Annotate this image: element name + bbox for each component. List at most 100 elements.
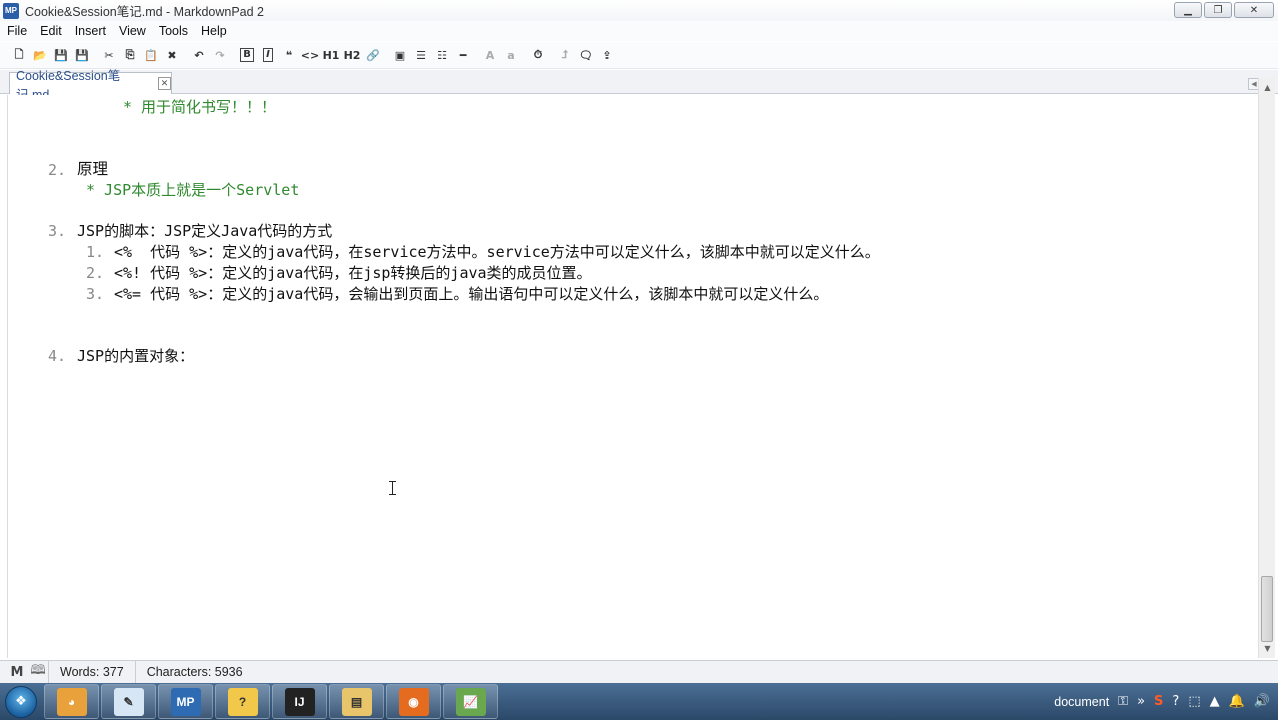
word-count: Words: 377 xyxy=(48,660,135,684)
editor-line: <%! 代码 %>：定义的java代码，在jsp转换后的java类的成员位置。 xyxy=(114,264,592,282)
taskbar-app-firefox[interactable]: ◉ xyxy=(386,684,441,719)
tray-help-icon[interactable]: ? xyxy=(1172,694,1179,709)
bold-button[interactable]: B xyxy=(237,45,257,65)
paste-icon: 📋 xyxy=(144,48,158,62)
cut-button[interactable]: ✂ xyxy=(99,45,119,65)
lowercase-button[interactable]: a xyxy=(501,45,521,65)
taskbar-app-notepad-icon: ✎ xyxy=(113,687,144,716)
preview-window-button[interactable]: 🗨 xyxy=(576,45,596,65)
menu-view[interactable]: View xyxy=(112,24,152,38)
tray-notification-icon[interactable]: 🔔 xyxy=(1229,694,1245,709)
menu-edit[interactable]: Edit xyxy=(33,24,68,38)
delete-button[interactable]: ✖ xyxy=(162,45,182,65)
heading2-icon: H2 xyxy=(343,48,361,62)
taskbar-app-help[interactable]: ? xyxy=(215,684,270,719)
taskbar-app-notepad[interactable]: ✎ xyxy=(101,684,156,719)
taskbar-app-explorer[interactable]: ▤ xyxy=(329,684,384,719)
delete-icon: ✖ xyxy=(167,48,177,62)
markdown-mode-icon[interactable]: M xyxy=(6,665,28,680)
window-title: Cookie&Session笔记.md - MarkdownPad 2 xyxy=(25,5,264,19)
taskbar-app-help-icon: ? xyxy=(227,687,258,716)
horizontal-rule-button[interactable]: ━ xyxy=(453,45,473,65)
numbered-list-icon: ☷ xyxy=(437,48,447,62)
open-folder-button[interactable]: 📂 xyxy=(30,45,50,65)
preview-book-icon[interactable]: 🕮 xyxy=(28,661,48,683)
heading1-icon: H1 xyxy=(322,48,340,62)
heading2-button[interactable]: H2 xyxy=(342,45,362,65)
minimize-button[interactable]: ▁ xyxy=(1174,2,1202,18)
menu-help[interactable]: Help xyxy=(194,24,233,38)
menu-tools[interactable]: Tools xyxy=(152,24,194,38)
taskbar: ❖ ◕ ✎ MP? IJ ▤ ◉ 📈 document ⚿ » S ? ⬚ ▲ 🔔 🔊 xyxy=(0,683,1278,720)
tray-display-icon[interactable]: ⬚ xyxy=(1188,694,1200,709)
redo-icon: ↷ xyxy=(215,48,225,62)
start-button[interactable]: ❖ xyxy=(0,683,42,720)
tray-document-label[interactable]: document xyxy=(1054,695,1109,709)
uppercase-icon: A xyxy=(485,48,495,62)
menu-bar: File Edit Insert View Tools Help xyxy=(0,21,1278,41)
uppercase-button[interactable]: A xyxy=(480,45,500,65)
live-preview-button[interactable]: ⮥ xyxy=(555,45,575,65)
scroll-up-icon[interactable]: ▲ xyxy=(1260,80,1275,95)
copy-button[interactable]: ⎘ xyxy=(120,45,140,65)
copy-icon: ⎘ xyxy=(125,48,135,61)
taskbar-app-explorer-icon: ▤ xyxy=(341,687,372,716)
bullet-list-button[interactable]: ☰ xyxy=(411,45,431,65)
link-button[interactable]: 🔗 xyxy=(363,45,383,65)
menu-insert[interactable]: Insert xyxy=(68,24,112,38)
menu-file[interactable]: File xyxy=(0,24,33,38)
list-number: 1. xyxy=(86,243,105,261)
export-button[interactable]: ⇪ xyxy=(597,45,617,65)
image-button[interactable]: ▣ xyxy=(390,45,410,65)
tray-show-hidden-icon[interactable]: ▲ xyxy=(1210,694,1220,709)
tray-keyboard-icon[interactable]: ⚿ xyxy=(1118,694,1128,709)
paste-button[interactable]: 📋 xyxy=(141,45,161,65)
document-tab[interactable]: Cookie&Session笔记.md ✕ xyxy=(9,69,172,102)
heading1-button[interactable]: H1 xyxy=(321,45,341,65)
list-number: 2. xyxy=(86,264,105,282)
lowercase-icon: a xyxy=(507,48,515,62)
scrollbar-thumb[interactable] xyxy=(1261,576,1273,642)
open-folder-icon: 📂 xyxy=(33,48,47,62)
close-button[interactable]: ✕ xyxy=(1234,2,1274,18)
bullet-list-icon: ☰ xyxy=(416,48,426,62)
timestamp-button[interactable]: ⏱ xyxy=(528,45,548,65)
taskbar-app-markdownpad[interactable]: MP xyxy=(158,684,213,719)
live-preview-icon: ⮥ xyxy=(561,48,569,61)
taskbar-apps: ◕ ✎ MP? IJ ▤ ◉ 📈 xyxy=(42,684,498,719)
vertical-scrollbar[interactable]: ▲ ▼ xyxy=(1258,78,1275,658)
save-all-button[interactable]: 💾 xyxy=(72,45,92,65)
numbered-list-button[interactable]: ☷ xyxy=(432,45,452,65)
editor-line: <%= 代码 %>：定义的java代码，会输出到页面上。输出语句中可以定义什么，… xyxy=(114,285,829,303)
quote-button[interactable]: ❝ xyxy=(279,45,299,65)
list-number: 3. xyxy=(48,222,67,240)
undo-icon: ↶ xyxy=(194,48,204,62)
undo-button[interactable]: ↶ xyxy=(189,45,209,65)
image-icon: ▣ xyxy=(394,48,406,62)
tray-volume-icon[interactable]: 🔊 xyxy=(1254,694,1270,709)
taskbar-app-intellij-icon: IJ xyxy=(284,687,315,716)
code-button[interactable]: <> xyxy=(300,45,320,65)
tab-strip: Cookie&Session笔记.md ✕ ◀ ▶ xyxy=(0,69,1278,102)
save-button[interactable]: 💾 xyxy=(51,45,71,65)
tab-close-icon[interactable]: ✕ xyxy=(158,77,171,90)
list-number: 2. xyxy=(48,161,67,179)
horizontal-rule-icon: ━ xyxy=(459,48,467,62)
tray-sogou-icon[interactable]: S xyxy=(1154,694,1163,709)
text-cursor-icon xyxy=(389,481,396,495)
save-icon: 💾 xyxy=(54,48,68,62)
editor-line: 原理 xyxy=(77,160,109,178)
tray-expand-icon[interactable]: » xyxy=(1137,694,1145,709)
taskbar-app-colors[interactable]: ◕ xyxy=(44,684,99,719)
editor-line: * 用于简化书写！！！ xyxy=(123,98,277,116)
taskbar-app-chart[interactable]: 📈 xyxy=(443,684,498,719)
new-file-button[interactable]: 🗋 xyxy=(9,45,29,65)
redo-button[interactable]: ↷ xyxy=(210,45,230,65)
taskbar-app-intellij[interactable]: IJ xyxy=(272,684,327,719)
italic-button[interactable]: I xyxy=(258,45,278,65)
title-bar: MP Cookie&Session笔记.md - MarkdownPad 2 ▁… xyxy=(0,0,1278,21)
markdown-editor[interactable]: * 用于简化书写！！！ 2. 原理 * JSP本质上就是一个Servlet 3.… xyxy=(7,95,1258,658)
character-count: Characters: 5936 xyxy=(134,660,254,684)
restore-button[interactable]: ❐ xyxy=(1204,2,1232,18)
scroll-down-icon[interactable]: ▼ xyxy=(1260,641,1275,656)
